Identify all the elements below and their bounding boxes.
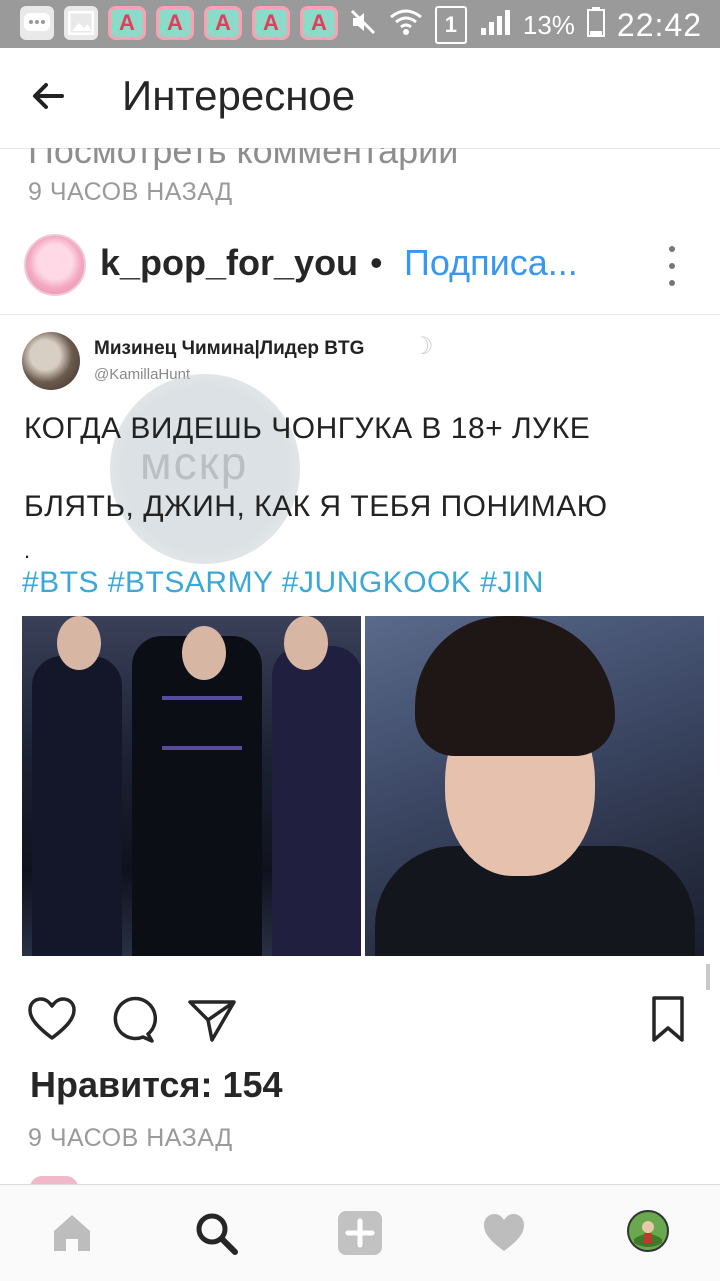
post-header: k_pop_for_you • Подписа... (0, 228, 720, 315)
profile-avatar[interactable] (626, 1209, 674, 1257)
activity-heart-icon[interactable] (480, 1209, 528, 1257)
home-icon[interactable] (48, 1209, 96, 1257)
avatar[interactable] (24, 234, 86, 296)
app-icon: A (300, 6, 338, 40)
post-timestamp: 9 ЧАСОВ НАЗАД (28, 1124, 233, 1152)
page-title: Интересное (122, 72, 356, 119)
follow-button[interactable]: Подписа... (404, 242, 578, 284)
clock: 22:42 (616, 6, 702, 43)
tweet-author-name: Мизинец Чимина|Лидер BTG (94, 338, 365, 359)
battery-icon (586, 6, 605, 44)
tweet-text-line-2: БЛЯТЬ, ДЖИН, КАК Я ТЕБЯ ПОНИМАЮ (24, 490, 608, 523)
app-icon: A (252, 6, 290, 40)
username[interactable]: k_pop_for_you (100, 242, 358, 284)
tweet-text-line-1: КОГДА ВИДЕШЬ ЧОНГУКА В 18+ ЛУКЕ (24, 412, 591, 445)
post-actions (0, 990, 720, 1050)
app-icon: A (108, 6, 146, 40)
post-image[interactable]: Мизинец Чимина|Лидер BTG ☽ @KamillaHunt … (0, 316, 720, 976)
tweet-hashtags: #BTS #BTSARMY #JUNGKOOK #JIN (22, 566, 544, 599)
signal-icon (479, 8, 511, 43)
tweet-photo-left (22, 616, 361, 956)
tweet-photo-right (365, 616, 704, 956)
moon-icon: ☽ (412, 333, 434, 360)
back-arrow-icon[interactable] (26, 74, 70, 118)
app-icon: A (156, 6, 194, 40)
wifi-icon (389, 7, 423, 44)
scrollbar[interactable] (706, 964, 710, 990)
post-timestamp: 9 ЧАСОВ НАЗАД (28, 178, 233, 206)
tweet-avatar (22, 332, 80, 390)
like-count[interactable]: Нравится: 154 (30, 1064, 283, 1106)
notification-icons: A A A A A (20, 6, 338, 40)
chat-icon (20, 6, 54, 40)
share-icon[interactable] (186, 994, 238, 1046)
tweet-photos (22, 616, 704, 956)
add-post-icon[interactable] (336, 1209, 384, 1257)
bottom-nav (0, 1184, 720, 1281)
status-bar: A A A A A 1 13% 22:42 (0, 0, 720, 48)
tweet-dot: . (24, 538, 31, 563)
app-icon: A (204, 6, 242, 40)
sim-icon: 1 (434, 6, 467, 44)
app-bar: Интересное (0, 48, 720, 149)
like-heart-icon[interactable] (26, 994, 78, 1046)
bookmark-icon[interactable] (644, 994, 696, 1046)
comment-icon[interactable] (106, 994, 158, 1046)
search-icon[interactable] (192, 1209, 240, 1257)
mute-icon (349, 8, 377, 43)
system-icons: 1 13% 22:42 (349, 6, 702, 44)
separator-dot: • (370, 242, 383, 283)
image-icon (64, 6, 98, 40)
more-options-icon[interactable] (662, 246, 682, 286)
battery-percent: 13% (522, 9, 575, 40)
